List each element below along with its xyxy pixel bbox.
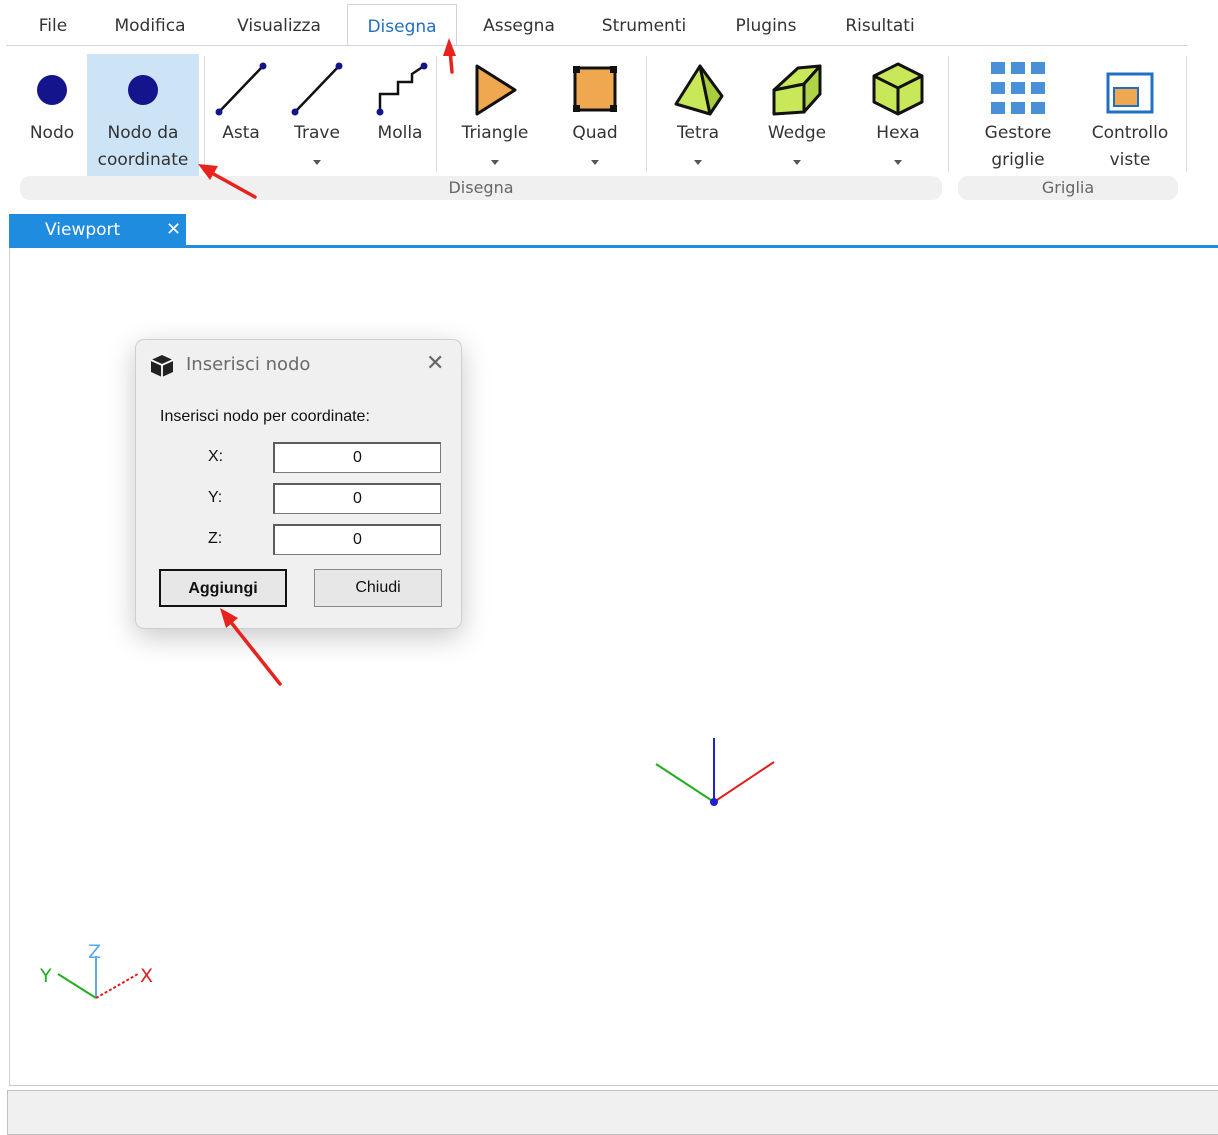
trave-label: Trave [294, 123, 340, 143]
gestore-griglie-label-2: griglie [991, 150, 1045, 170]
chevron-down-icon[interactable] [894, 160, 902, 165]
nodo-da-coordinate-label-1: Nodo da [107, 123, 179, 143]
gestore-griglie-button[interactable]: Gestore griglie [966, 54, 1070, 176]
dialog-title: Inserisci nodo [186, 354, 311, 375]
tab-file[interactable]: File [30, 4, 76, 45]
x-input[interactable]: 0 [273, 442, 441, 473]
grid-manager-icon [989, 60, 1047, 118]
tetra-icon [670, 60, 726, 118]
hexa-button[interactable]: Hexa [862, 54, 934, 176]
tab-assegna[interactable]: Assegna [472, 4, 566, 45]
triad-x-axis [95, 973, 139, 999]
quad-button[interactable]: Quad [556, 54, 634, 176]
origin-axis-x [713, 761, 775, 803]
controllo-viste-label-1: Controllo [1091, 123, 1169, 143]
triangle-label: Triangle [461, 123, 529, 143]
ribbon-separator [436, 56, 437, 172]
node-coordinates-icon [123, 60, 163, 110]
ribbon-separator [1186, 56, 1187, 172]
origin-axes [655, 738, 775, 806]
tab-strumenti[interactable]: Strumenti [590, 4, 698, 45]
trave-button[interactable]: Trave [282, 54, 352, 176]
aggiungi-button[interactable]: Aggiungi [159, 569, 287, 607]
tetra-button[interactable]: Tetra [660, 54, 736, 176]
asta-label: Asta [222, 123, 260, 143]
beam-icon [287, 60, 347, 118]
bar-icon [211, 60, 271, 118]
status-bar [7, 1090, 1218, 1135]
triangle-icon [469, 60, 521, 118]
nodo-label: Nodo [29, 123, 75, 143]
chiudi-button[interactable]: Chiudi [314, 569, 442, 607]
asta-button[interactable]: Asta [208, 54, 274, 176]
controllo-viste-label-2: viste [1109, 150, 1151, 170]
hexa-icon [870, 60, 926, 118]
origin-node [710, 798, 718, 806]
menu-bar: File Modifica Visualizza Disegna Assegna… [0, 0, 1218, 46]
tetra-label: Tetra [676, 123, 720, 143]
triangle-button[interactable]: Triangle [450, 54, 540, 176]
chevron-down-icon[interactable] [793, 160, 801, 165]
quad-label: Quad [572, 123, 618, 143]
chevron-down-icon[interactable] [694, 160, 702, 165]
triad-y-label: Y [39, 965, 52, 987]
axis-triad: Z Y X [39, 941, 153, 999]
close-icon[interactable]: ✕ [166, 214, 181, 246]
tab-visualizza[interactable]: Visualizza [228, 4, 330, 45]
ribbon-separator [646, 56, 647, 172]
y-label: Y: [208, 489, 223, 506]
ribbon-separator [948, 56, 949, 172]
wedge-button[interactable]: Wedge [756, 54, 838, 176]
viewport-tab[interactable]: Viewport ✕ [9, 214, 186, 246]
group-disegna: Disegna [20, 176, 942, 200]
molla-button[interactable]: Molla [366, 54, 434, 176]
ribbon-separator [204, 56, 205, 172]
gestore-griglie-label-1: Gestore [984, 123, 1052, 143]
nodo-da-coordinate-label-2: coordinate [97, 150, 189, 170]
hexa-label: Hexa [876, 123, 920, 143]
cube-icon [149, 353, 175, 379]
y-input[interactable]: 0 [273, 483, 441, 514]
x-label: X: [208, 448, 224, 465]
close-icon[interactable]: ✕ [426, 351, 444, 376]
node-icon [32, 60, 72, 110]
inserisci-nodo-dialog: Inserisci nodo ✕ Inserisci nodo per coor… [135, 339, 462, 629]
molla-label: Molla [377, 123, 423, 143]
chevron-down-icon[interactable] [313, 160, 321, 165]
quad-icon [569, 60, 621, 118]
nodo-button[interactable]: Nodo [18, 54, 86, 176]
triad-y-axis [57, 973, 97, 999]
spring-icon [372, 60, 428, 118]
controllo-viste-button[interactable]: Controllo viste [1080, 54, 1180, 176]
wedge-label: Wedge [767, 123, 827, 143]
z-label: Z: [208, 530, 223, 547]
chevron-down-icon[interactable] [491, 160, 499, 165]
nodo-da-coordinate-button[interactable]: Nodo da coordinate [87, 54, 199, 176]
tab-modifica[interactable]: Modifica [100, 4, 200, 45]
chevron-down-icon[interactable] [591, 160, 599, 165]
tab-plugins[interactable]: Plugins [722, 4, 810, 45]
dialog-prompt: Inserisci nodo per coordinate: [160, 408, 370, 425]
wedge-icon [768, 60, 826, 118]
triad-z-label: Z [88, 941, 101, 963]
z-input[interactable]: 0 [273, 524, 441, 555]
tab-disegna[interactable]: Disegna [347, 4, 457, 46]
tab-risultati[interactable]: Risultati [834, 4, 926, 45]
ribbon: Nodo Nodo da coordinate Asta Trave Molla [0, 46, 1218, 204]
group-griglia: Griglia [958, 176, 1178, 200]
view-control-icon [1104, 60, 1156, 118]
origin-axis-y [655, 763, 715, 803]
viewport-tab-label: Viewport [45, 220, 121, 240]
triad-x-label: X [140, 965, 153, 987]
